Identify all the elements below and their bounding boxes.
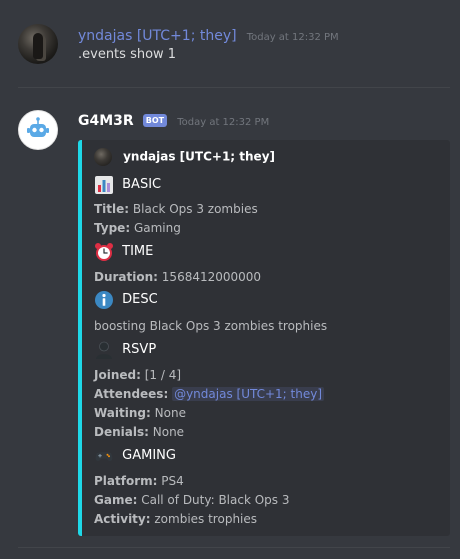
field-description: boosting Black Ops 3 zombies trophies xyxy=(94,319,328,333)
section-time: TIME xyxy=(94,241,153,263)
embed-author-avatar xyxy=(94,147,112,166)
section-title: BASIC xyxy=(122,177,162,192)
section-basic: BASIC xyxy=(94,174,161,196)
field-platform: Platform: PS4 xyxy=(94,474,184,488)
field-game: Game: Call of Duty: Black Ops 3 xyxy=(94,493,290,507)
section-rsvp: RSVP xyxy=(94,339,156,361)
embed-author-name: yndajas [UTC+1; they] xyxy=(123,149,276,164)
field-type: Type: Gaming xyxy=(94,221,181,235)
event-embed: yndajas [UTC+1; they] BASIC Title: Black… xyxy=(78,140,450,536)
field-duration: Duration: 1568412000000 xyxy=(94,270,262,284)
bar-chart-icon xyxy=(95,176,113,194)
field-waiting: Waiting: None xyxy=(94,406,186,420)
message-timestamp: Today at 12:32 PM xyxy=(177,117,270,128)
alarm-clock-icon xyxy=(95,243,113,261)
bot-avatar[interactable] xyxy=(18,110,58,150)
user-mention[interactable]: @yndajas [UTC+1; they] xyxy=(172,387,325,401)
message-header: G4M3R BOT Today at 12:32 PM xyxy=(78,110,269,129)
message-author[interactable]: G4M3R xyxy=(78,113,134,129)
section-title: DESC xyxy=(122,292,158,307)
section-gaming: GAMING xyxy=(94,445,176,467)
field-denials: Denials: None xyxy=(94,425,185,439)
section-title: TIME xyxy=(122,244,154,259)
chat-view: yndajas [UTC+1; they] Today at 12:32 PM … xyxy=(0,0,460,559)
embed-author: yndajas [UTC+1; they] xyxy=(94,146,275,166)
section-desc: DESC xyxy=(94,289,158,311)
information-icon xyxy=(95,291,113,309)
gamepad-icon xyxy=(95,452,113,461)
section-title: RSVP xyxy=(122,342,157,357)
field-attendees: Attendees: @yndajas [UTC+1; they] xyxy=(94,387,325,401)
field-activity: Activity: zombies trophies xyxy=(94,512,258,526)
bot-badge: BOT xyxy=(142,114,168,127)
robot-icon xyxy=(20,112,56,148)
bust-silhouette-icon xyxy=(96,341,112,359)
section-title: GAMING xyxy=(122,448,176,463)
field-title: Title: Black Ops 3 zombies xyxy=(94,202,258,216)
field-joined: Joined: [1 / 4] xyxy=(94,368,182,382)
message-divider xyxy=(18,547,450,548)
bot-message: G4M3R BOT Today at 12:32 PM yndajas [UTC… xyxy=(0,0,460,559)
